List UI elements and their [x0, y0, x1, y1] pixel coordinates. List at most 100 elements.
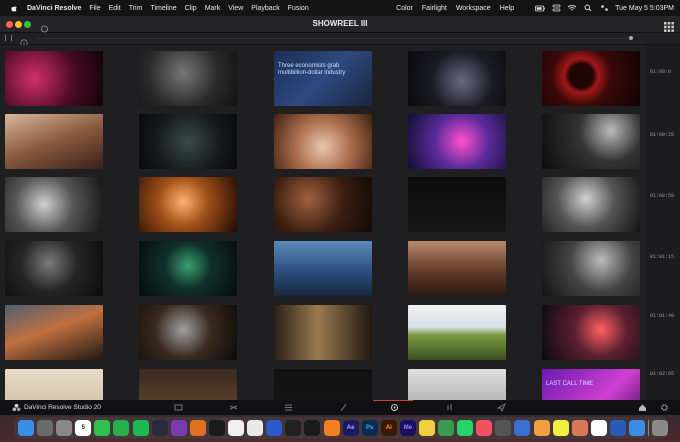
menu-trim[interactable]: Trim [129, 5, 143, 12]
clip-thumbnail[interactable] [139, 51, 237, 106]
menu-app-name[interactable]: DaVinci Resolve [27, 5, 81, 12]
whatsapp-icon[interactable] [457, 420, 474, 436]
menu-view[interactable]: View [228, 5, 243, 12]
clip-thumbnail[interactable] [274, 305, 372, 360]
cut-page-icon[interactable] [228, 402, 238, 412]
home-icon[interactable] [637, 402, 647, 412]
deliver-page-icon[interactable] [496, 402, 506, 412]
color-page-icon[interactable] [389, 402, 399, 412]
scrub-track[interactable] [36, 38, 628, 39]
menu-timeline[interactable]: Timeline [150, 5, 176, 12]
clip-thumbnail[interactable] [139, 177, 237, 232]
arc-icon[interactable] [266, 420, 283, 436]
trash-icon[interactable] [652, 420, 669, 436]
clip-thumbnail[interactable] [542, 51, 640, 106]
clip-thumbnail[interactable] [274, 177, 372, 232]
menu-clock[interactable]: Tue May 5 5:03PM [615, 5, 674, 12]
clip-thumbnail[interactable] [139, 241, 237, 296]
capcut-icon[interactable] [208, 420, 225, 436]
control-center-icon[interactable] [599, 4, 609, 13]
menu-fairlight[interactable]: Fairlight [422, 5, 447, 12]
notes2-icon[interactable] [552, 420, 569, 436]
clip-thumbnail[interactable] [5, 177, 103, 232]
control-icon[interactable] [551, 4, 561, 13]
search-icon[interactable] [583, 4, 593, 13]
clip-thumbnail[interactable] [408, 305, 506, 360]
media-page-icon[interactable] [173, 402, 183, 412]
clip-thumbnail[interactable] [5, 369, 103, 400]
clip-thumbnail[interactable] [5, 305, 103, 360]
scrub-handle[interactable] [629, 36, 633, 40]
battery-icon[interactable] [535, 4, 546, 13]
menu-edit[interactable]: Edit [109, 5, 121, 12]
menu-help[interactable]: Help [500, 5, 514, 12]
files-icon[interactable] [629, 420, 645, 436]
word-icon[interactable] [609, 420, 626, 436]
menu-workspace[interactable]: Workspace [456, 5, 491, 12]
clip-thumbnail[interactable] [274, 114, 372, 169]
terminal-icon[interactable] [285, 420, 302, 436]
menu-clip[interactable]: Clip [185, 5, 197, 12]
fairlight-page-icon[interactable] [444, 402, 454, 412]
menu-playback[interactable]: Playback [251, 5, 279, 12]
finder-icon[interactable] [18, 420, 34, 436]
clip-thumbnail[interactable] [408, 177, 506, 232]
clip-thumbnail[interactable] [274, 369, 372, 400]
photos-icon[interactable] [228, 420, 245, 436]
edit-page-icon[interactable] [283, 402, 293, 412]
blender-icon[interactable] [189, 420, 206, 436]
maps-icon[interactable] [438, 420, 455, 436]
clip-thumbnail[interactable] [139, 305, 237, 360]
resolve-icon[interactable] [151, 420, 168, 436]
illustrator-icon[interactable]: Ai [380, 420, 397, 436]
menu-color[interactable]: Color [396, 5, 413, 12]
viewer-toolbar [0, 33, 680, 47]
active-page-indicator [373, 400, 413, 401]
clip-thumbnail[interactable] [5, 51, 103, 106]
calculator-icon[interactable] [495, 420, 512, 436]
panel-toggle-icon[interactable] [5, 35, 12, 41]
fusion-icon[interactable] [170, 420, 187, 436]
clip-thumbnail[interactable] [139, 114, 237, 169]
wifi-icon[interactable] [567, 4, 577, 13]
messages-icon[interactable] [94, 420, 111, 436]
clip-thumbnail[interactable] [408, 114, 506, 169]
vlc-icon[interactable] [323, 420, 340, 436]
spotify-icon[interactable] [132, 420, 149, 436]
notion-icon[interactable] [590, 420, 607, 436]
clip-thumbnail[interactable]: Three economists grab multibillion-dolla… [274, 51, 372, 106]
calendar-icon[interactable]: 5 [75, 420, 92, 436]
photoshop-icon[interactable]: Ps [361, 420, 378, 436]
launchpad-icon[interactable] [37, 420, 54, 436]
menu-fusion[interactable]: Fusion [288, 5, 309, 12]
clip-thumbnail[interactable] [274, 241, 372, 296]
clip-thumbnail[interactable] [139, 369, 237, 400]
clip-thumbnail[interactable] [5, 241, 103, 296]
pages-icon[interactable] [533, 420, 550, 436]
clip-overlay-text: LAST CALL TIME [546, 381, 594, 387]
clip-thumbnail[interactable]: LAST CALL TIME [542, 369, 640, 400]
clip-thumbnail[interactable] [542, 241, 640, 296]
apple-logo-icon[interactable] [9, 3, 19, 13]
clip-thumbnail[interactable] [542, 177, 640, 232]
gear-icon[interactable] [659, 402, 669, 412]
chrome-icon[interactable] [247, 420, 264, 436]
facetime-icon[interactable] [113, 420, 130, 436]
clip-thumbnail[interactable] [408, 369, 506, 400]
settings-icon[interactable] [56, 420, 73, 436]
clip-thumbnail[interactable] [408, 241, 506, 296]
clip-thumbnail[interactable] [542, 114, 640, 169]
clip-thumbnail[interactable] [5, 114, 103, 169]
aftereffects-icon[interactable]: Ae [342, 420, 359, 436]
claude-icon[interactable] [571, 420, 588, 436]
clip-thumbnail[interactable] [542, 305, 640, 360]
keynote-icon[interactable] [514, 420, 531, 436]
fusion-page-icon[interactable] [338, 402, 348, 412]
menu-file[interactable]: File [89, 5, 100, 12]
clip-thumbnail[interactable] [408, 51, 506, 106]
notes-icon[interactable] [418, 420, 435, 436]
figma-icon[interactable] [304, 420, 321, 436]
menu-mark[interactable]: Mark [205, 5, 221, 12]
music-icon[interactable] [476, 420, 493, 436]
mediaencoder-icon[interactable]: Me [399, 420, 416, 436]
